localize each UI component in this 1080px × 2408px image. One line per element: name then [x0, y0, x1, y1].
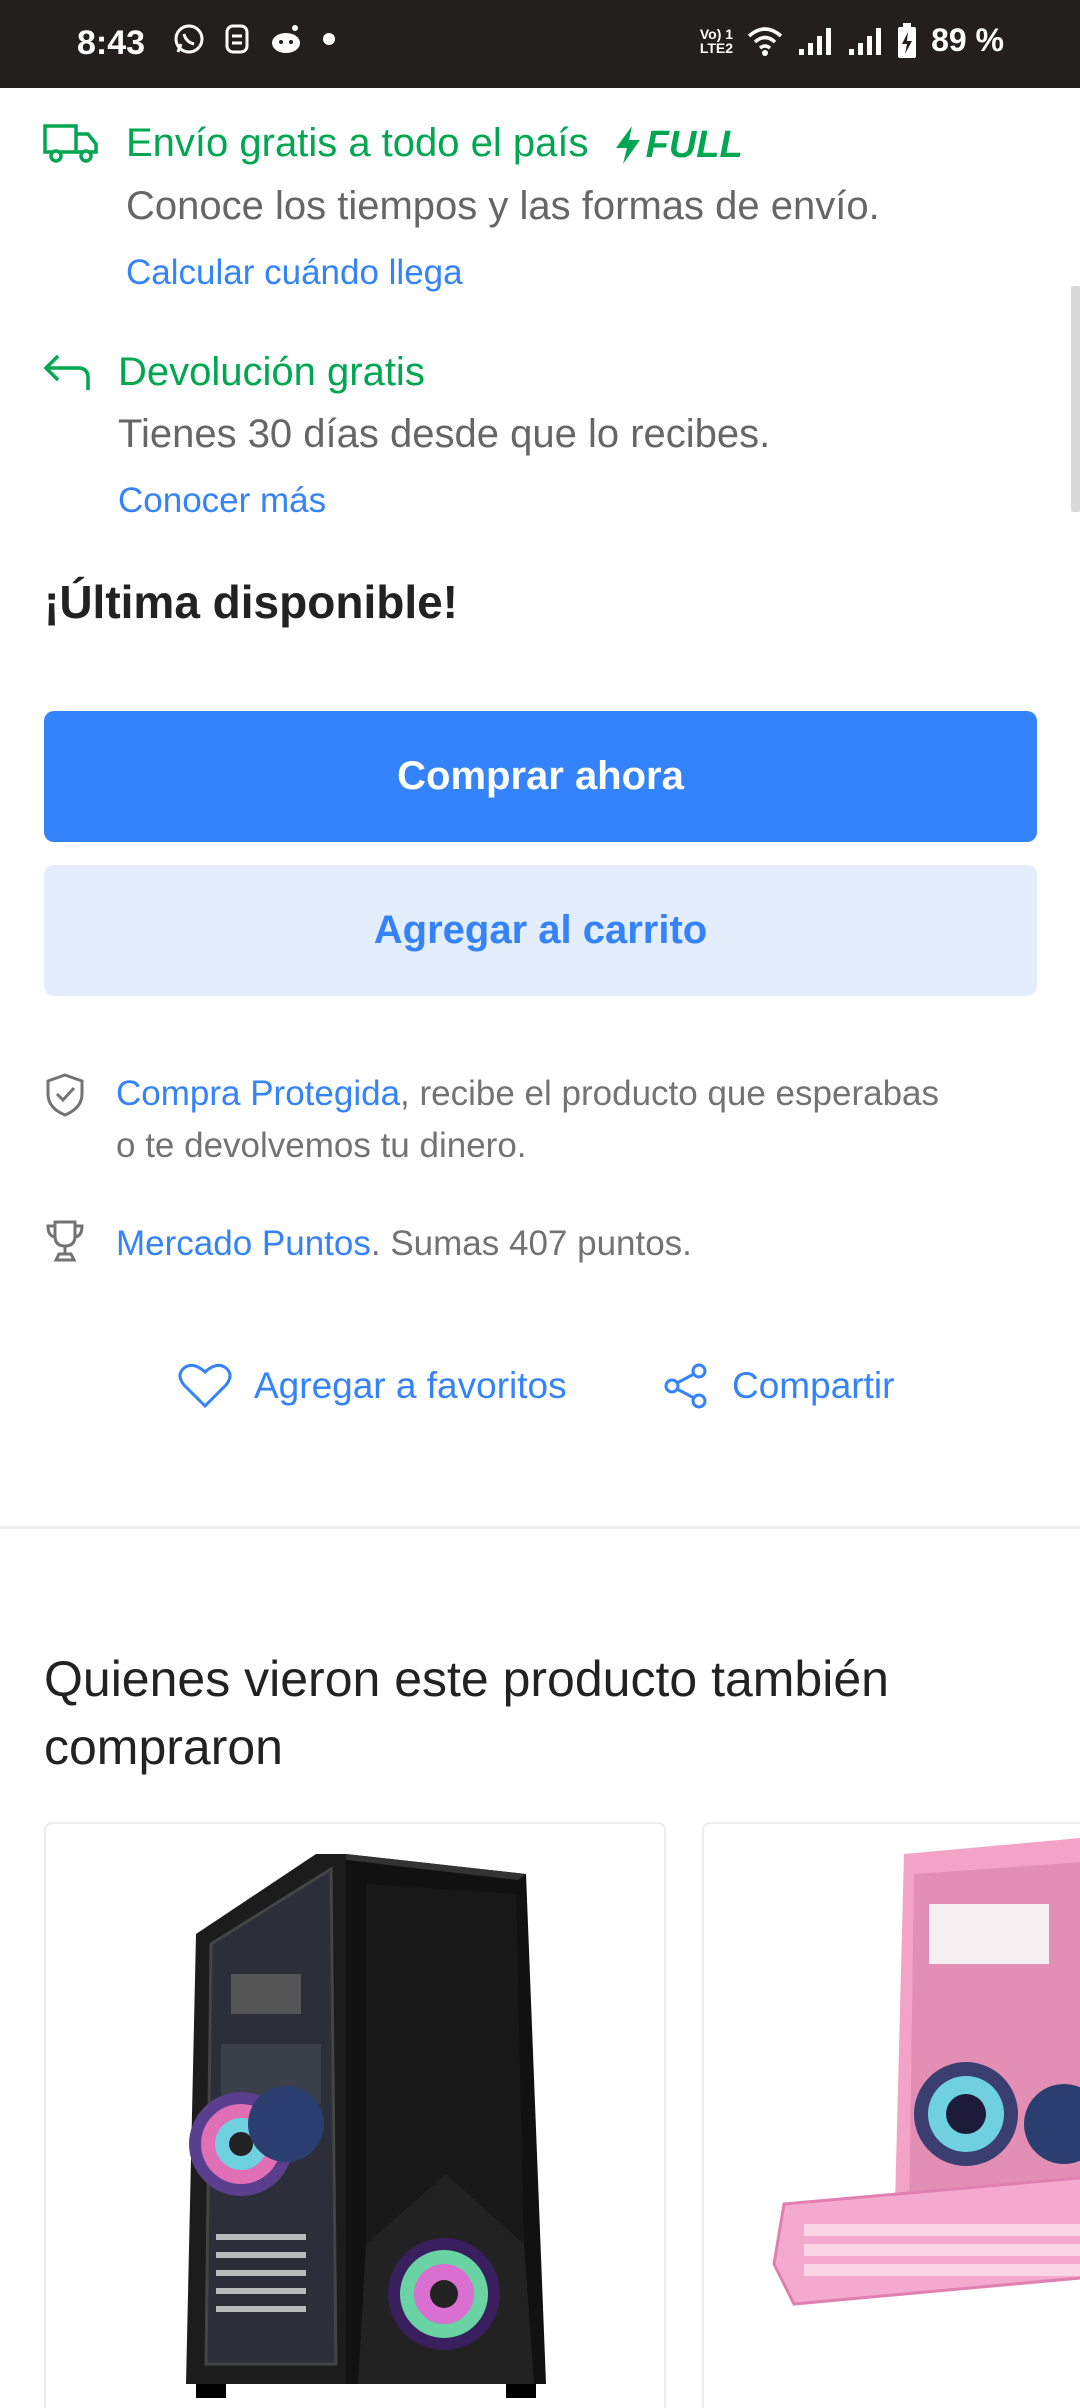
whatsapp-icon — [174, 24, 204, 54]
trophy-icon — [46, 1220, 84, 1262]
buy-now-button[interactable]: Comprar ahora — [44, 711, 1037, 842]
free-shipping-title: Envío gratis a todo el país FULL — [126, 121, 743, 167]
app-icon — [225, 24, 249, 54]
return-subtitle: Tienes 30 días desde que lo recibes. — [118, 412, 771, 456]
signal-2-icon — [849, 27, 882, 55]
product-card[interactable] — [702, 1822, 1080, 2408]
shipping-subtitle: Conoce los tiempos y las formas de envío… — [126, 184, 880, 228]
mercado-points-link[interactable]: Mercado Puntos — [116, 1224, 371, 1263]
truck-icon — [43, 124, 98, 163]
add-to-favorites-button[interactable]: Agregar a favoritos — [178, 1362, 567, 1410]
system-icons: Vo) 1 LTE2 89 % — [700, 22, 1004, 59]
full-badge: FULL — [612, 124, 743, 167]
reddit-icon — [272, 25, 300, 53]
more-notifications-dot-icon — [323, 33, 335, 45]
section-divider — [0, 1526, 1080, 1529]
heart-icon — [178, 1363, 232, 1409]
recommendations-title: Quienes vieron este producto también com… — [44, 1651, 889, 1775]
calculate-arrival-link[interactable]: Calcular cuándo llega — [126, 253, 463, 293]
shield-check-icon — [46, 1073, 84, 1117]
mercado-points-text: Mercado Puntos. Sumas 407 puntos. — [116, 1224, 692, 1263]
lightning-icon — [615, 126, 640, 165]
protected-purchase-link[interactable]: Compra Protegida — [116, 1074, 400, 1113]
share-icon — [664, 1363, 707, 1409]
last-available-label: ¡Última disponible! — [44, 576, 458, 628]
return-arrow-icon — [43, 354, 90, 390]
add-to-cart-button[interactable]: Agregar al carrito — [44, 865, 1037, 996]
wifi-icon — [747, 26, 783, 56]
pink-gaming-pc-image — [772, 1838, 1080, 2306]
page-scrollbar[interactable] — [1071, 286, 1080, 512]
notification-icons — [172, 22, 336, 56]
learn-more-link[interactable]: Conocer más — [118, 481, 326, 521]
signal-1-icon — [799, 27, 832, 55]
volte-indicator: Vo) 1 LTE2 — [699, 25, 734, 56]
battery-percent: 89 % — [931, 22, 1004, 58]
product-card[interactable] — [44, 1822, 666, 2408]
battery-charging-icon — [898, 22, 917, 58]
free-return-title: Devolución gratis — [118, 350, 425, 394]
status-time: 8:43 — [77, 24, 146, 62]
gaming-pc-tower-image — [186, 1854, 546, 2398]
share-button[interactable]: Compartir — [662, 1362, 894, 1410]
product-actions: Agregar a favoritos Compartir — [0, 1362, 1080, 1422]
protected-purchase-text: Compra Protegida, recibe el producto que… — [116, 1074, 940, 1165]
status-bar: 8:43 Vo) 1 LTE2 89 % — [0, 0, 1080, 88]
